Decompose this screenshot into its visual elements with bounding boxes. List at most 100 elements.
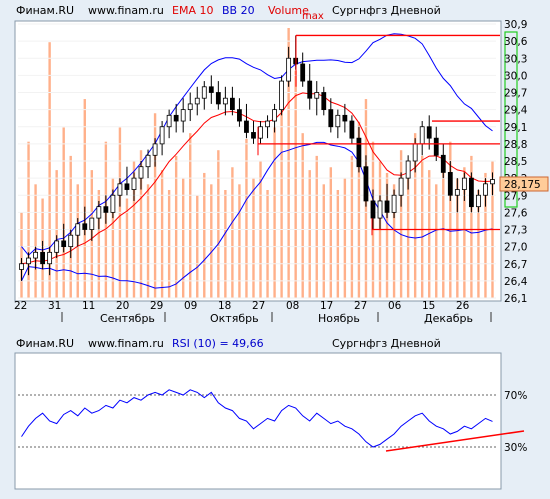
header-title: Сургнфгз Дневной xyxy=(332,4,441,17)
candle-body xyxy=(363,166,369,202)
volume-bar xyxy=(203,172,206,298)
candle-body xyxy=(187,103,193,111)
header-ema: EMA 10 xyxy=(172,4,213,17)
candle-body xyxy=(447,172,453,196)
candle-body xyxy=(440,154,446,173)
candle-body xyxy=(201,86,207,99)
candle-body xyxy=(89,217,95,230)
volume-bar xyxy=(20,212,23,298)
candle-body xyxy=(419,126,425,145)
volume-bar xyxy=(55,170,58,298)
candle-body xyxy=(405,160,411,179)
header-url: www.finam.ru xyxy=(88,4,164,17)
y-tick-label: 30,6 xyxy=(504,36,528,48)
header-site: Финам.RU xyxy=(16,4,74,17)
volume-bar xyxy=(420,155,424,298)
volume-bar xyxy=(252,178,255,298)
candle-body xyxy=(314,92,320,99)
y-tick-label: 29,4 xyxy=(504,105,528,117)
x-tick-label: 20 xyxy=(116,300,129,312)
y-tick-label: 28,5 xyxy=(504,156,527,168)
volume-bar xyxy=(217,150,220,298)
volume-bar xyxy=(125,198,129,298)
y-tick-label: 28,8 xyxy=(504,139,527,151)
candle-body xyxy=(272,109,277,122)
volume-bar xyxy=(83,99,86,298)
candle-body xyxy=(96,206,102,219)
month-label: Сентябрь xyxy=(100,312,155,325)
candle-body xyxy=(483,183,488,196)
month-label: Ноябрь xyxy=(318,312,360,325)
volume-bar xyxy=(245,138,248,298)
candle-body xyxy=(194,97,200,105)
candle-body xyxy=(433,137,439,156)
y-tick-label: 29,7 xyxy=(504,88,527,100)
y-tick-label: 27,9 xyxy=(504,190,527,202)
x-tick-label: 06 xyxy=(388,300,402,312)
x-tick-label: 18 xyxy=(218,300,231,312)
y-tick-label: 29,1 xyxy=(504,122,527,134)
x-tick-label: 09 xyxy=(184,300,197,312)
candle-body xyxy=(103,206,109,213)
candle-body xyxy=(138,166,144,179)
last-price-label: 28,175 xyxy=(504,179,541,191)
candle-body xyxy=(251,132,256,139)
candle-body xyxy=(54,240,60,253)
volume-bar xyxy=(174,155,178,298)
candle-body xyxy=(454,189,460,196)
candle-body xyxy=(244,120,249,133)
x-tick-label: 27 xyxy=(354,300,367,312)
candle-body xyxy=(222,97,228,105)
candle-body xyxy=(398,177,404,196)
candle-body xyxy=(82,223,88,230)
candle-body xyxy=(180,109,186,122)
candle-body xyxy=(208,86,214,93)
x-tick-label: 22 xyxy=(14,300,27,312)
candle-body xyxy=(61,240,67,248)
x-tick-label: 08 xyxy=(286,300,299,312)
volume-bar xyxy=(308,170,311,298)
candle-body xyxy=(476,194,481,208)
volume-bar xyxy=(350,155,354,298)
candle-body xyxy=(328,109,334,128)
candle-body xyxy=(47,251,53,265)
y-tick-label: 26,4 xyxy=(504,276,528,288)
volume-bar xyxy=(167,190,171,298)
x-tick-label: 29 xyxy=(150,300,163,312)
volume-bar xyxy=(69,155,72,298)
candle-body xyxy=(117,183,123,196)
rsi-level-label: 70% xyxy=(504,390,527,402)
y-tick-label: 30,9 xyxy=(504,19,527,31)
rsi-header-indicator: RSI (10) = 49,66 xyxy=(172,337,264,350)
rsi-panel xyxy=(14,352,502,490)
candle-body xyxy=(279,80,285,111)
month-label: Октябрь xyxy=(210,312,259,325)
candle-body xyxy=(40,251,46,265)
y-tick-label: 27,0 xyxy=(504,242,527,254)
candle-body xyxy=(265,120,270,128)
candle-body xyxy=(33,251,38,259)
candle-body xyxy=(490,179,495,185)
rsi-header-title: Сургнфгз Дневной xyxy=(332,337,441,350)
candle-body xyxy=(258,126,263,139)
volume-bar xyxy=(315,155,318,298)
candle-body xyxy=(229,97,235,111)
candle-body xyxy=(349,120,355,139)
x-tick-label: 15 xyxy=(422,300,435,312)
y-tick-label: 27,3 xyxy=(504,225,527,237)
volume-bar xyxy=(399,150,403,298)
candle-body xyxy=(131,177,137,190)
candle-body xyxy=(19,263,24,270)
candle-body xyxy=(321,92,327,111)
month-label: Декабрь xyxy=(424,312,473,325)
candle-body xyxy=(377,200,383,219)
candle-body xyxy=(468,177,474,208)
volume-bar xyxy=(301,133,304,298)
header-bb: BB 20 xyxy=(222,4,255,17)
y-tick-label: 30,3 xyxy=(504,53,527,65)
y-tick-label: 26,7 xyxy=(504,259,527,271)
candle-body xyxy=(215,92,221,105)
rsi-level-label: 30% xyxy=(504,442,527,454)
x-tick-label: 17 xyxy=(320,300,333,312)
candle-body xyxy=(370,200,376,219)
